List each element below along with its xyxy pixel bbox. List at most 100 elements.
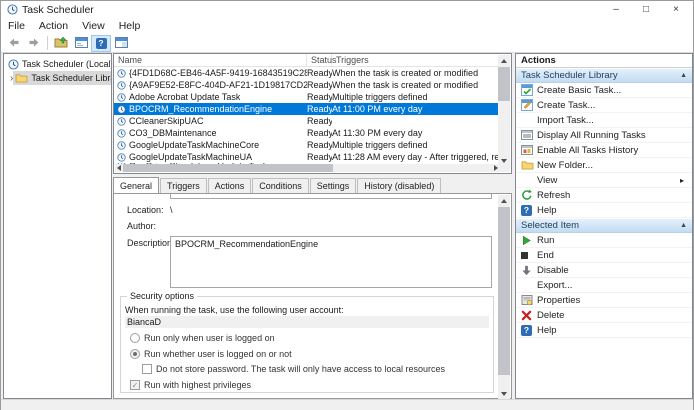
new-folder-icon	[521, 160, 537, 170]
task-clock-icon	[117, 104, 126, 114]
task-row-selected[interactable]: BPOCRM_RecommendationEngine Ready At 11:…	[114, 103, 499, 115]
task-scheduler-window: Task Scheduler – □ × File Action View He…	[0, 0, 694, 410]
action-enable-all-tasks-history[interactable]: Enable All Tasks History	[516, 143, 692, 158]
checkbox-icon	[142, 364, 152, 374]
action-create-task[interactable]: Create Task...	[516, 98, 692, 113]
action-import-task[interactable]: Import Task...	[516, 113, 692, 128]
forward-icon	[27, 36, 41, 51]
close-button[interactable]: ×	[661, 1, 691, 18]
details-vertical-scrollbar[interactable]	[498, 195, 510, 399]
column-header-status[interactable]: Status	[307, 54, 337, 67]
back-icon	[7, 36, 21, 51]
minimize-button[interactable]: –	[601, 1, 631, 18]
scrollbar-thumb[interactable]	[123, 164, 333, 172]
show-hide-console-button[interactable]	[71, 35, 91, 52]
action-refresh[interactable]: Refresh	[516, 188, 692, 203]
refresh-icon	[521, 189, 537, 201]
tasks-history-icon	[521, 144, 537, 156]
menu-action[interactable]: Action	[32, 18, 75, 34]
action-create-basic-task[interactable]: Create Basic Task...	[516, 83, 692, 98]
general-tab-content: Location: \ Author: Description: BPOCRM_…	[113, 193, 512, 399]
action-display-all-running-tasks[interactable]: Display All Running Tasks	[516, 128, 692, 143]
scroll-left-icon[interactable]	[115, 164, 123, 172]
console-tree-panel: Task Scheduler (Local) › Task Scheduler …	[3, 53, 112, 399]
task-row[interactable]: GoogleUpdateTaskMachineUA Ready At 11:28…	[114, 151, 499, 163]
properties-icon	[521, 294, 537, 306]
tab-conditions[interactable]: Conditions	[252, 178, 309, 193]
action-export[interactable]: Export...	[516, 278, 692, 293]
column-header-name[interactable]: Name	[114, 54, 307, 67]
maximize-button[interactable]: □	[631, 1, 661, 18]
display-running-tasks-icon	[521, 129, 537, 141]
forward-button[interactable]	[24, 35, 44, 52]
tree-item-task-scheduler-library[interactable]: › Task Scheduler Library	[4, 71, 111, 85]
task-row[interactable]: Adobe Acrobat Update Task Ready Multiple…	[114, 91, 499, 103]
collapse-icon[interactable]: ▲	[680, 72, 687, 79]
task-row[interactable]: GoogleUpdateTaskMachineCore Ready Multip…	[114, 139, 499, 151]
collapse-icon[interactable]: ▲	[680, 222, 687, 229]
radio-run-only-logged-on[interactable]: Run only when user is logged on	[130, 333, 275, 343]
delete-icon	[521, 310, 537, 321]
task-row[interactable]: CCleanerSkipUAC Ready	[114, 115, 499, 127]
action-run[interactable]: Run	[516, 233, 692, 248]
scroll-up-icon[interactable]	[498, 195, 510, 206]
window-icon	[114, 36, 128, 50]
console-tree-button[interactable]	[51, 35, 71, 52]
section-header-selected-item[interactable]: Selected Item ▲	[516, 218, 692, 233]
task-row[interactable]: {4FD1D68C-EB46-4A5F-9419-16843519C285} R…	[114, 67, 499, 79]
task-row[interactable]: {A9AF9E52-E8FC-404D-AF21-1D19817CD206} R…	[114, 79, 499, 91]
tree-item-task-scheduler-local[interactable]: Task Scheduler (Local)	[4, 57, 111, 71]
toolbar: ?	[1, 34, 693, 53]
name-field-partial	[170, 194, 492, 199]
status-bar	[1, 399, 693, 410]
action-delete[interactable]: Delete	[516, 308, 692, 323]
tab-settings[interactable]: Settings	[309, 178, 357, 193]
task-clock-icon	[117, 116, 126, 126]
back-button[interactable]	[4, 35, 24, 52]
tab-general[interactable]: General	[113, 177, 160, 193]
action-disable[interactable]: Disable	[516, 263, 692, 278]
menu-help[interactable]: Help	[112, 18, 148, 34]
action-help-selected[interactable]: ? Help	[516, 323, 692, 338]
action-help[interactable]: ? Help	[516, 203, 692, 218]
radio-icon	[130, 333, 140, 343]
task-list-horizontal-scrollbar[interactable]	[115, 164, 500, 172]
task-clock-icon	[117, 68, 126, 78]
menu-view[interactable]: View	[75, 18, 112, 34]
scrollbar-thumb[interactable]	[498, 67, 510, 101]
help-toolbar-button[interactable]: ?	[91, 34, 111, 52]
submenu-arrow-icon: ▸	[679, 175, 684, 185]
description-field[interactable]: BPOCRM_RecommendationEngine	[170, 236, 492, 288]
section-header-task-scheduler-library[interactable]: Task Scheduler Library ▲	[516, 68, 692, 83]
location-label: Location:	[127, 205, 164, 215]
scrollbar-thumb[interactable]	[498, 207, 510, 375]
radio-run-whether-logged-on[interactable]: Run whether user is logged on or not	[130, 349, 292, 359]
action-end[interactable]: End	[516, 248, 692, 263]
scroll-down-icon[interactable]	[498, 388, 510, 399]
task-clock-icon	[117, 152, 126, 162]
clock-icon	[8, 58, 19, 70]
actions-pane-title: Actions	[516, 54, 692, 68]
column-header-triggers[interactable]: Triggers	[332, 54, 499, 67]
action-properties[interactable]: Properties	[516, 293, 692, 308]
folder-icon	[15, 73, 28, 83]
task-row[interactable]: CO3_DBMaintenance Ready At 11:30 PM ever…	[114, 127, 499, 139]
task-list: Name Status Triggers {4FD1D68C-EB46-4A5F…	[113, 53, 512, 174]
menu-file[interactable]: File	[1, 18, 32, 34]
scroll-up-icon[interactable]	[498, 55, 510, 66]
help-icon: ?	[521, 204, 532, 216]
scrollbar-corner	[498, 164, 510, 172]
checkbox-run-highest-privileges[interactable]: ✓ Run with highest privileges	[130, 380, 251, 390]
security-options-title: Security options	[127, 291, 198, 301]
action-new-folder[interactable]: New Folder...	[516, 158, 692, 173]
action-pane-button[interactable]	[111, 35, 131, 52]
run-icon	[521, 235, 537, 246]
location-value: \	[170, 205, 173, 215]
action-view[interactable]: View ▸	[516, 173, 692, 188]
tab-actions[interactable]: Actions	[207, 178, 252, 193]
disable-icon	[521, 265, 537, 276]
tab-triggers[interactable]: Triggers	[160, 178, 207, 193]
task-list-vertical-scrollbar[interactable]	[498, 55, 510, 166]
tab-history-disabled: History (disabled)	[357, 178, 442, 193]
checkbox-do-not-store-password[interactable]: Do not store password. The task will onl…	[142, 364, 445, 374]
